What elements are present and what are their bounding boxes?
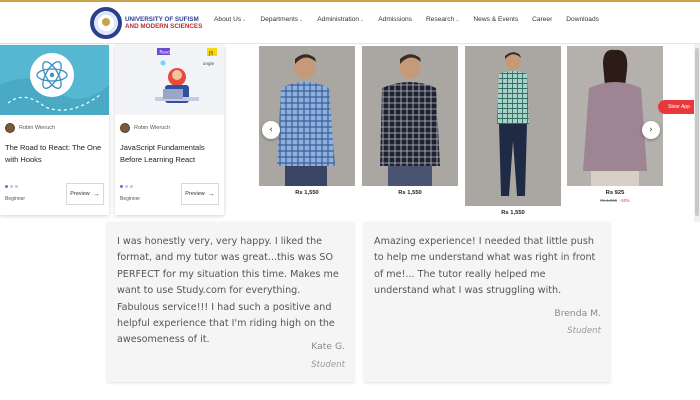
- chevron-down-icon: ⌄: [455, 17, 460, 23]
- carousel-scrollbar-thumb[interactable]: [695, 48, 699, 216]
- chevron-down-icon: ⌄: [299, 17, 304, 23]
- preview-button[interactable]: Preview →: [66, 183, 104, 205]
- course-thumbnail: [0, 45, 109, 115]
- product-item[interactable]: Rs 1,550: [465, 46, 561, 216]
- discount-badge: -50%: [619, 198, 630, 203]
- testimonial-quote: I was honestly very, very happy. I liked…: [117, 236, 339, 346]
- product-price: Rs 1,550: [295, 190, 319, 196]
- product-photo: [465, 46, 561, 206]
- level-dots: [120, 185, 133, 188]
- nav-administration[interactable]: Administration⌄: [317, 16, 364, 23]
- chevron-down-icon: ⌄: [242, 17, 247, 23]
- testimonial-quote: Amazing experience! I needed that little…: [374, 236, 596, 297]
- author-name: Robin Wieruch: [134, 125, 171, 131]
- course-card[interactable]: React JS angle Robin Wieruch JavaScript …: [115, 45, 224, 215]
- testimonial-author: Kate G.: [311, 341, 345, 352]
- logo-line-2: AND MODERN SCIENCES: [125, 23, 203, 30]
- avatar: [120, 123, 130, 133]
- product-price: Rs 1,550: [501, 210, 525, 216]
- course-author: Robin Wieruch: [115, 115, 224, 133]
- product-photo: [567, 46, 663, 186]
- level-dots: [5, 185, 18, 188]
- react-atom-icon: [0, 53, 109, 115]
- product-sale-info: Rs 1,850 -50%: [567, 198, 663, 203]
- svg-text:angle: angle: [203, 61, 215, 66]
- product-carousel: Rs 1,550 Rs 1,550 Rs 1,550 Rs 925 Rs 1,8…: [258, 44, 700, 224]
- testimonial-role: Student: [311, 360, 345, 370]
- nav-news-events[interactable]: News & Events: [473, 16, 518, 23]
- course-card[interactable]: Robin Wieruch The Road to React: The One…: [0, 45, 109, 215]
- main-nav: About Us⌄ Departments⌄ Administration⌄ A…: [214, 16, 613, 23]
- course-level: Beginner: [5, 196, 26, 202]
- testimonial-author: Brenda M.: [554, 308, 601, 319]
- course-title[interactable]: The Road to React: The One with Hooks: [0, 133, 109, 181]
- testimonial-card: I was honestly very, very happy. I liked…: [107, 222, 354, 382]
- course-level: Beginner: [120, 196, 141, 202]
- nav-downloads[interactable]: Downloads: [566, 16, 599, 23]
- preview-button[interactable]: Preview →: [181, 183, 219, 205]
- product-price: Rs 925: [605, 190, 625, 196]
- course-author: Robin Wieruch: [0, 115, 109, 133]
- developer-illustration-icon: React JS angle: [155, 48, 217, 103]
- nav-departments[interactable]: Departments⌄: [260, 16, 303, 23]
- testimonial-role: Student: [567, 326, 601, 336]
- university-logo[interactable]: UNIVERSITY OF SUFISM AND MODERN SCIENCES: [90, 7, 202, 39]
- author-name: Robin Wieruch: [19, 125, 56, 131]
- product-price: Rs 1,550: [398, 190, 422, 196]
- logo-text: UNIVERSITY OF SUFISM AND MODERN SCIENCES: [125, 16, 202, 30]
- course-thumbnail: React JS angle: [115, 45, 224, 115]
- chevron-down-icon: ⌄: [360, 17, 365, 23]
- course-title[interactable]: JavaScript Fundamentals Before Learning …: [115, 133, 224, 181]
- site-header: UNIVERSITY OF SUFISM AND MODERN SCIENCES…: [0, 2, 700, 44]
- university-seal-icon: [90, 7, 122, 39]
- chevron-left-icon[interactable]: ‹: [262, 121, 280, 139]
- product-photo: [362, 46, 458, 186]
- svg-text:JS: JS: [208, 51, 213, 57]
- arrow-right-icon: →: [92, 190, 100, 198]
- svg-text:React: React: [160, 50, 172, 55]
- nav-career[interactable]: Career: [532, 16, 552, 23]
- arrow-right-icon: →: [207, 190, 215, 198]
- avatar: [5, 123, 15, 133]
- nav-research[interactable]: Research⌄: [426, 16, 459, 23]
- nav-admissions[interactable]: Admissions: [378, 16, 412, 23]
- original-price: Rs 1,850: [600, 198, 617, 203]
- logo-line-1: UNIVERSITY OF SUFISM: [125, 16, 199, 23]
- product-photo: [259, 46, 355, 186]
- product-item[interactable]: Rs 1,550: [362, 46, 458, 196]
- chevron-right-icon[interactable]: ›: [642, 121, 660, 139]
- nav-about-us[interactable]: About Us⌄: [214, 16, 246, 23]
- testimonial-card: Amazing experience! I needed that little…: [364, 222, 610, 382]
